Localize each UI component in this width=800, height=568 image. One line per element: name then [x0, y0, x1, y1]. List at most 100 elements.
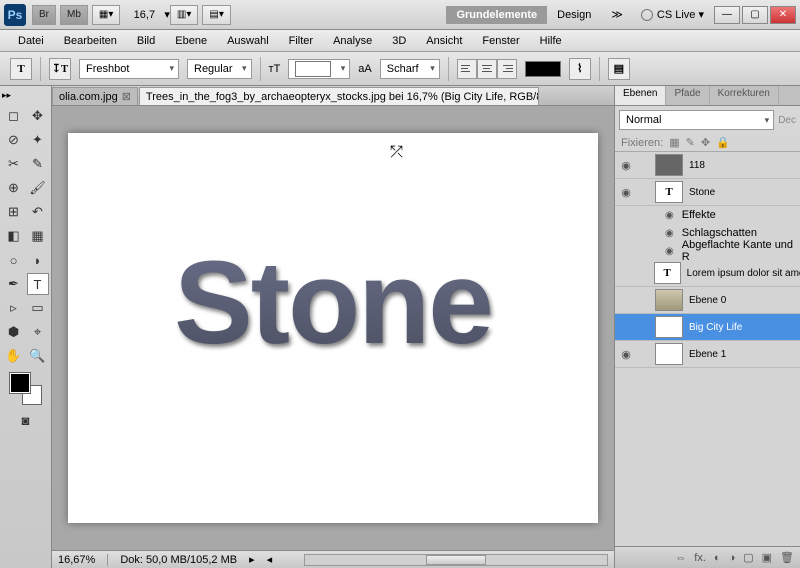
bridge-button[interactable]: Br	[32, 5, 56, 25]
tool-preset-icon[interactable]: T	[10, 58, 32, 80]
menu-fenster[interactable]: Fenster	[472, 33, 529, 49]
document-tab-2[interactable]: Trees_in_the_fog3_by_archaeopteryx_stock…	[139, 87, 539, 105]
lasso-tool[interactable]: ⊘	[3, 129, 25, 151]
layer-effect[interactable]: Abgeflachte Kante und R	[615, 242, 800, 260]
workspace-design[interactable]: Design	[547, 6, 601, 24]
font-size-select[interactable]	[288, 59, 350, 79]
menu-3d[interactable]: 3D	[382, 33, 416, 49]
layer-row[interactable]: 118	[615, 152, 800, 179]
eyedropper-tool[interactable]: ✎	[27, 153, 49, 175]
h-scrollbar[interactable]	[304, 554, 608, 566]
shape-tool[interactable]: ▭	[27, 297, 49, 319]
workspace-more[interactable]: ≫	[601, 5, 633, 24]
font-family-select[interactable]: Freshbot	[79, 59, 179, 79]
3d-tool[interactable]: ⬢	[3, 321, 25, 343]
brush-tool[interactable]: 🖌	[27, 177, 49, 199]
maximize-button[interactable]: ▢	[742, 6, 768, 24]
status-doc[interactable]: Dok: 50,0 MB/105,2 MB	[120, 554, 237, 566]
menu-bearbeiten[interactable]: Bearbeiten	[54, 33, 127, 49]
mask-icon[interactable]: ◐	[714, 552, 721, 564]
warp-text-button[interactable]: ⌇	[569, 58, 591, 80]
orientation-icon[interactable]: ↧T	[49, 58, 71, 80]
zoom-tool[interactable]: 🔍	[27, 345, 49, 367]
lock-all-icon[interactable]: 🔒	[716, 136, 730, 149]
eraser-tool[interactable]: ◧	[3, 225, 25, 247]
visibility-icon[interactable]	[615, 159, 637, 172]
history-brush-tool[interactable]: ↶	[27, 201, 49, 223]
anti-alias-select[interactable]: Scharf	[380, 59, 440, 79]
screen-mode-button[interactable]: ▦▾	[92, 5, 120, 25]
status-zoom[interactable]: 16,67%	[58, 554, 95, 566]
menu-datei[interactable]: Datei	[8, 33, 54, 49]
lock-move-icon[interactable]: ✥	[701, 136, 710, 149]
layer-effects-header[interactable]: Effekte	[615, 206, 800, 224]
hand-tool[interactable]: ✋	[3, 345, 25, 367]
layer-thumb[interactable]: T	[655, 316, 683, 338]
dodge-tool[interactable]: ◗	[27, 249, 49, 271]
arrange-button[interactable]: ▥▾	[170, 5, 198, 25]
workspace-essentials[interactable]: Grundelemente	[446, 6, 547, 24]
lock-pixel-icon[interactable]: ✎	[686, 136, 695, 149]
layer-name[interactable]: Ebene 0	[687, 295, 726, 306]
menu-hilfe[interactable]: Hilfe	[530, 33, 572, 49]
layer-row[interactable]: T Lorem ipsum dolor sit ame	[615, 260, 800, 287]
layer-name[interactable]: Lorem ipsum dolor sit ame	[685, 268, 800, 279]
minimize-button[interactable]: —	[714, 6, 740, 24]
menu-ansicht[interactable]: Ansicht	[416, 33, 472, 49]
heal-tool[interactable]: ⊕	[3, 177, 25, 199]
marquee-tool[interactable]: ◻	[3, 105, 25, 127]
menu-analyse[interactable]: Analyse	[323, 33, 382, 49]
fg-color[interactable]	[10, 373, 30, 393]
wand-tool[interactable]: ✦	[27, 129, 49, 151]
canvas[interactable]: Stone	[68, 133, 598, 523]
layer-row[interactable]: Ebene 0	[615, 287, 800, 314]
crop-tool[interactable]: ✂	[3, 153, 25, 175]
minibridge-button[interactable]: Mb	[60, 5, 88, 25]
color-swatches[interactable]	[10, 373, 42, 405]
scroll-left-icon[interactable]: ◂	[267, 553, 273, 566]
zoom-value[interactable]: 16,7	[128, 9, 160, 21]
adjust-icon[interactable]: ◑	[729, 552, 736, 564]
document-tab-1[interactable]: olia.com.jpg⊠	[52, 87, 138, 105]
visibility-icon[interactable]	[615, 186, 637, 199]
layer-thumb[interactable]: T	[654, 262, 681, 284]
font-style-select[interactable]: Regular	[187, 59, 252, 79]
lock-trans-icon[interactable]: ▦	[669, 136, 679, 149]
fx-icon[interactable]: fx.	[694, 552, 706, 564]
layer-name[interactable]: Stone	[687, 187, 715, 198]
path-select-tool[interactable]: ▹	[3, 297, 25, 319]
camera-tool[interactable]: ⌖	[27, 321, 49, 343]
layer-name[interactable]: 118	[687, 160, 705, 171]
blur-tool[interactable]: ○	[3, 249, 25, 271]
layer-thumb[interactable]	[655, 154, 683, 176]
text-color-swatch[interactable]	[525, 61, 561, 77]
stamp-tool[interactable]: ⊞	[3, 201, 25, 223]
align-right-button[interactable]	[497, 59, 517, 79]
menu-bild[interactable]: Bild	[127, 33, 165, 49]
menu-filter[interactable]: Filter	[279, 33, 323, 49]
cs-live[interactable]: CS Live ▾	[641, 8, 704, 21]
layer-row[interactable]: Ebene 1	[615, 341, 800, 368]
layer-name[interactable]: Big City Life	[687, 322, 742, 333]
layer-name[interactable]: Ebene 1	[687, 349, 726, 360]
scroll-thumb[interactable]	[426, 555, 486, 565]
tab-ebenen[interactable]: Ebenen	[615, 86, 666, 105]
close-button[interactable]: ✕	[770, 6, 796, 24]
align-left-button[interactable]	[457, 59, 477, 79]
type-tool[interactable]: T	[27, 273, 49, 295]
character-panel-button[interactable]: ▤	[608, 58, 630, 80]
new-layer-icon[interactable]: ▣	[762, 551, 772, 564]
canvas-viewport[interactable]: Stone ⤱	[52, 106, 614, 550]
pen-tool[interactable]: ✒	[3, 273, 25, 295]
tab-korrekturen[interactable]: Korrekturen	[710, 86, 779, 105]
link-layers-icon[interactable]: ⇔	[675, 552, 686, 564]
layer-thumb[interactable]	[655, 289, 683, 311]
tab-pfade[interactable]: Pfade	[666, 86, 709, 105]
move-tool[interactable]: ✥	[27, 105, 49, 127]
trash-icon[interactable]: 🗑	[780, 551, 794, 564]
status-arrow-icon[interactable]: ▸	[249, 553, 255, 566]
close-icon[interactable]: ⊠	[122, 90, 131, 103]
layer-thumb[interactable]	[655, 343, 683, 365]
align-center-button[interactable]	[477, 59, 497, 79]
layer-row-selected[interactable]: T Big City Life	[615, 314, 800, 341]
